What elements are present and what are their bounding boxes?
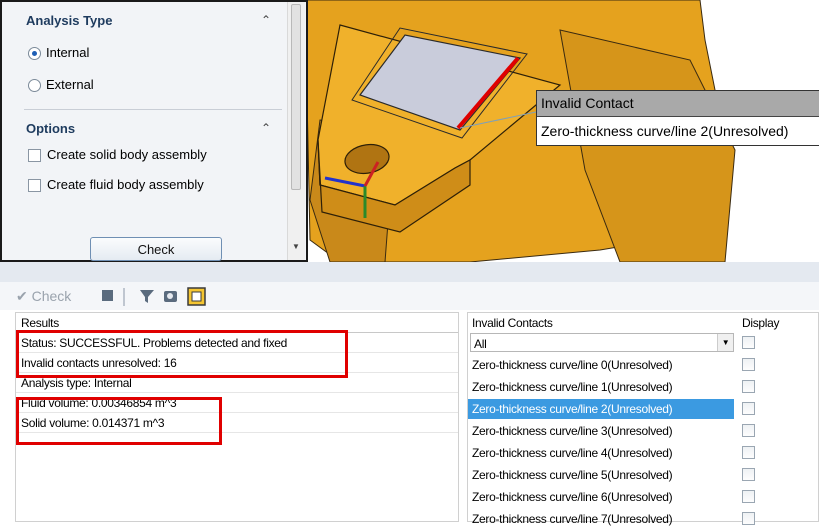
analysis-type-heading: Analysis Type — [26, 13, 113, 28]
collapse-options-icon[interactable]: ⌃ — [261, 121, 271, 135]
selection-highlight: Zero-thickness curve/line 2(Unresolved) — [468, 399, 734, 419]
list-item[interactable]: Zero-thickness curve/line 4(Unresolved) — [468, 443, 819, 463]
checkmark-icon: ✔ — [16, 288, 28, 304]
display-checkbox[interactable] — [742, 402, 755, 415]
contact-name: Zero-thickness curve/line 4(Unresolved) — [472, 446, 673, 460]
tooltip-title: Invalid Contact — [537, 91, 819, 117]
scroll-down-arrow-icon[interactable]: ▼ — [292, 242, 300, 251]
zoom-icon[interactable] — [161, 286, 181, 306]
display-header-label: Display — [742, 316, 780, 330]
panel-separator-band — [0, 262, 819, 282]
graphics-viewport[interactable]: Analysis Type ⌃ Internal External Option… — [0, 0, 819, 262]
contacts-header-label: Invalid Contacts — [472, 316, 553, 330]
results-toolbar: ✔ Check — [0, 282, 819, 310]
contacts-header: Invalid Contacts Display — [468, 313, 819, 333]
contacts-filter-value: All — [474, 337, 487, 351]
options-heading: Options — [26, 121, 76, 136]
section-divider — [24, 109, 282, 110]
contacts-filter-select[interactable]: All ▼ — [470, 333, 734, 352]
display-checkbox[interactable] — [742, 424, 755, 437]
list-item[interactable]: Zero-thickness curve/line 1(Unresolved) — [468, 377, 819, 397]
display-checkbox[interactable] — [742, 512, 755, 525]
contact-name: Zero-thickness curve/line 5(Unresolved) — [472, 468, 673, 482]
collapse-analysis-type-icon[interactable]: ⌃ — [261, 13, 271, 27]
contact-name: Zero-thickness curve/line 0(Unresolved) — [472, 358, 673, 372]
invalid-contacts-list: Invalid Contacts Display All ▼ Zero-thic… — [467, 312, 819, 526]
display-checkbox[interactable] — [742, 358, 755, 371]
toolbar-check-button[interactable]: ✔ Check — [16, 288, 71, 305]
create-fluid-body-label[interactable]: Create fluid body assembly — [47, 177, 204, 192]
display-checkbox[interactable] — [742, 446, 755, 459]
list-item[interactable]: Zero-thickness curve/line 0(Unresolved) — [468, 355, 819, 375]
panel-scrollbar[interactable]: ▼ — [287, 2, 305, 260]
property-manager-panel: Analysis Type ⌃ Internal External Option… — [0, 0, 308, 262]
check-button[interactable]: Check — [90, 237, 222, 261]
toolbar-check-label: Check — [31, 288, 72, 304]
analysis-type-value: Analysis type: Internal — [21, 376, 132, 390]
display-checkbox[interactable] — [742, 490, 755, 503]
create-fluid-body-checkbox[interactable] — [28, 179, 41, 192]
highlight-box-volumes — [16, 397, 222, 445]
list-item[interactable]: Zero-thickness curve/line 5(Unresolved) — [468, 465, 819, 485]
highlight-box-status — [16, 330, 348, 378]
list-item[interactable]: Zero-thickness curve/line 7(Unresolved) — [468, 509, 819, 529]
list-item[interactable]: Zero-thickness curve/line 6(Unresolved) — [468, 487, 819, 507]
invalid-contact-tooltip: Invalid Contact Zero-thickness curve/lin… — [536, 90, 819, 146]
display-checkbox[interactable] — [742, 468, 755, 481]
contact-name: Zero-thickness curve/line 7(Unresolved) — [472, 512, 673, 526]
filter-icon[interactable] — [137, 286, 157, 306]
filter-row: All ▼ — [468, 333, 819, 353]
contact-name: Zero-thickness curve/line 6(Unresolved) — [472, 490, 673, 504]
create-solid-body-checkbox[interactable] — [28, 149, 41, 162]
results-header-label: Results — [21, 316, 59, 330]
panel-scrollbar-thumb[interactable] — [291, 4, 301, 190]
contact-name: Zero-thickness curve/line 3(Unresolved) — [472, 424, 673, 438]
stop-icon[interactable] — [100, 286, 116, 304]
display-all-checkbox[interactable] — [742, 336, 755, 349]
display-checkbox[interactable] — [742, 380, 755, 393]
internal-radio-label[interactable]: Internal — [46, 45, 89, 60]
settings-icon[interactable] — [186, 286, 208, 308]
internal-radio[interactable] — [28, 47, 41, 60]
tooltip-body: Zero-thickness curve/line 2(Unresolved) — [541, 123, 789, 139]
list-item[interactable]: Zero-thickness curve/line 3(Unresolved) — [468, 421, 819, 441]
list-item-selected[interactable]: Zero-thickness curve/line 2(Unresolved) — [468, 399, 819, 419]
toolbar-separator — [123, 288, 125, 306]
create-solid-body-label[interactable]: Create solid body assembly — [47, 147, 207, 162]
chevron-down-icon[interactable]: ▼ — [717, 334, 733, 351]
external-radio[interactable] — [28, 79, 41, 92]
contact-name: Zero-thickness curve/line 1(Unresolved) — [472, 380, 673, 394]
external-radio-label[interactable]: External — [46, 77, 94, 92]
contact-name: Zero-thickness curve/line 2(Unresolved) — [472, 402, 673, 416]
